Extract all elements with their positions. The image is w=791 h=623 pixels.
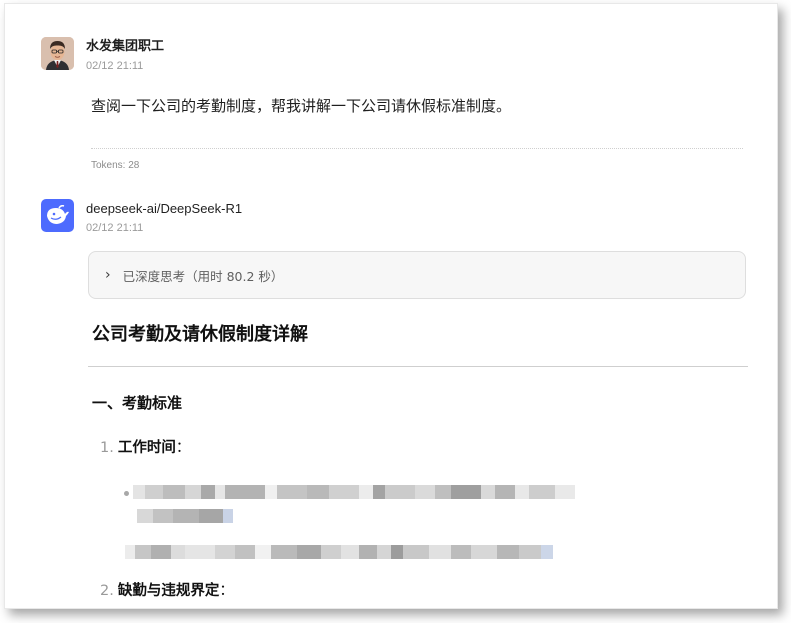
section-title: 一、考勤标准 — [92, 394, 183, 412]
assistant-message: deepseek-ai/DeepSeek-R1 02/12 21:11 › 已深… — [41, 199, 748, 599]
message-divider — [91, 148, 743, 149]
bullet-marker — [124, 491, 129, 496]
user-message-header: 水发集团职工 02/12 21:11 — [41, 37, 743, 74]
user-name: 水发集团职工 — [86, 39, 165, 54]
list-item-number: 2. — [100, 583, 114, 599]
thinking-label: 已深度思考（用时 80.2 秒） — [122, 268, 284, 284]
user-message-time: 02/12 21:11 — [86, 60, 144, 72]
assistant-message-time: 02/12 21:11 — [86, 222, 144, 234]
response-heading: 公司考勤及请休假制度详解 — [92, 324, 308, 345]
token-count: Tokens: 28 — [91, 160, 140, 171]
user-message-text: 查阅一下公司的考勤制度，帮我讲解一下公司请休假标准制度。 — [91, 97, 512, 115]
chat-window: 水发集团职工 02/12 21:11 查阅一下公司的考勤制度，帮我讲解一下公司请… — [4, 3, 778, 609]
chevron-right-icon: › — [105, 267, 111, 283]
redacted-text-line — [125, 545, 553, 559]
deepseek-whale-icon[interactable] — [41, 199, 74, 232]
redacted-text-line — [137, 509, 233, 523]
heading-divider — [88, 366, 748, 367]
list-item: 1. 工作时间： — [100, 436, 190, 457]
assistant-message-header: deepseek-ai/DeepSeek-R1 02/12 21:11 — [41, 199, 743, 236]
list-item-colon: ： — [175, 440, 191, 456]
user-avatar-icon[interactable] — [41, 37, 74, 70]
list-item: 2. 缺勤与违规界定： — [100, 579, 234, 600]
list-item-title: 工作时间 — [117, 440, 176, 456]
list-item-number: 1. — [100, 440, 114, 456]
redacted-text-line — [133, 485, 575, 499]
assistant-name: deepseek-ai/DeepSeek-R1 — [86, 201, 243, 216]
list-item-title: 缺勤与违规界定 — [117, 583, 220, 599]
user-message: 水发集团职工 02/12 21:11 查阅一下公司的考勤制度，帮我讲解一下公司请… — [41, 37, 743, 171]
thinking-toggle[interactable]: › 已深度思考（用时 80.2 秒） — [88, 251, 746, 299]
list-item-colon: ： — [219, 583, 234, 599]
